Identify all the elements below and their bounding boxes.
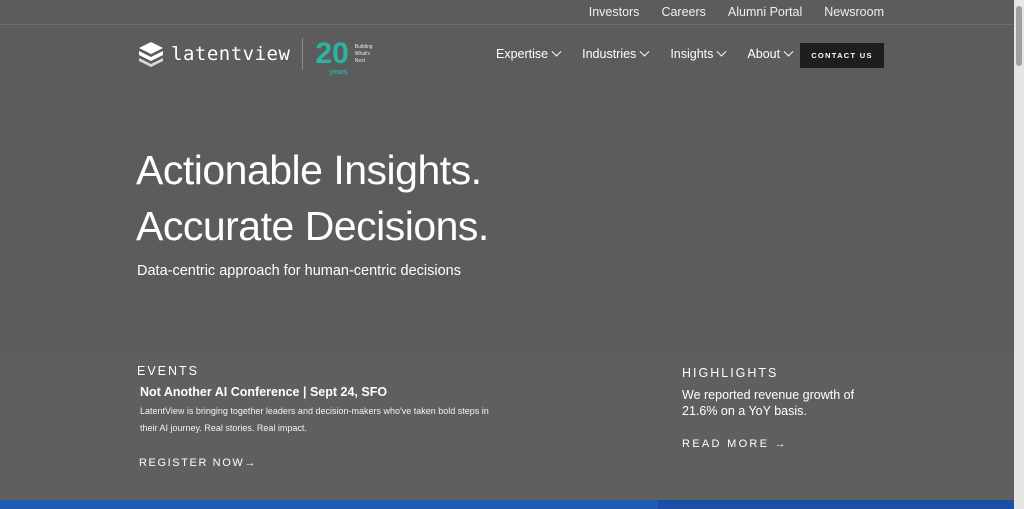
nav-insights[interactable]: Insights bbox=[670, 46, 727, 61]
nav-about[interactable]: About bbox=[747, 46, 794, 61]
register-now-link[interactable]: REGISTER NOW→ bbox=[139, 457, 257, 469]
anniversary-tagline: Building What's Next bbox=[355, 44, 373, 65]
nav-about-label: About bbox=[747, 47, 781, 61]
anniversary-years: years bbox=[329, 69, 348, 76]
logo-wordmark: latentview bbox=[171, 43, 291, 65]
hero-subtitle: Data-centric approach for human-centric … bbox=[137, 263, 461, 279]
main-nav: Expertise Industries Insights About bbox=[496, 46, 794, 61]
nav-industries-label: Industries bbox=[582, 47, 637, 61]
tagline-line-1: Building bbox=[354, 43, 373, 50]
chevron-down-icon bbox=[783, 46, 794, 57]
highlights-label: HIGHLIGHTS bbox=[682, 366, 779, 380]
site-logo[interactable]: latentview 20 years Building What's Next bbox=[137, 37, 373, 77]
hero-title-line-2: Accurate Decisions. bbox=[136, 203, 489, 249]
scrollbar[interactable] bbox=[1014, 0, 1024, 509]
hero-title: Actionable Insights. Accurate Decisions. bbox=[136, 142, 489, 254]
anniversary-number: 20 years bbox=[315, 37, 349, 77]
page: Investors Careers Alumni Portal Newsroom… bbox=[0, 0, 1014, 509]
chevron-down-icon bbox=[716, 46, 727, 57]
utility-links: Investors Careers Alumni Portal Newsroom bbox=[589, 5, 884, 19]
tagline-line-3: Next bbox=[354, 57, 366, 64]
link-newsroom[interactable]: Newsroom bbox=[824, 5, 884, 19]
bottom-banner-strip bbox=[0, 500, 1014, 509]
anniversary-badge: 20 years Building What's Next bbox=[315, 37, 373, 77]
nav-industries[interactable]: Industries bbox=[582, 46, 650, 61]
read-more-link[interactable]: READ MORE → bbox=[682, 438, 788, 450]
nav-expertise[interactable]: Expertise bbox=[496, 46, 562, 61]
tagline-line-2: What's bbox=[354, 50, 370, 57]
contact-us-button[interactable]: CONTACT US bbox=[800, 43, 884, 68]
link-alumni-portal[interactable]: Alumni Portal bbox=[728, 5, 802, 19]
scrollbar-thumb[interactable] bbox=[1016, 6, 1022, 66]
utility-bar: Investors Careers Alumni Portal Newsroom bbox=[0, 0, 1014, 25]
event-description: LatentView is bringing together leaders … bbox=[140, 406, 489, 433]
link-investors[interactable]: Investors bbox=[589, 5, 640, 19]
latentview-logo-icon bbox=[139, 42, 163, 67]
link-careers[interactable]: Careers bbox=[661, 5, 705, 19]
events-label: EVENTS bbox=[137, 364, 200, 378]
chevron-down-icon bbox=[551, 46, 562, 57]
bottom-banner-strip-right bbox=[658, 500, 1014, 509]
highlights-text: We reported revenue growth of 21.6% on a… bbox=[682, 388, 855, 418]
logo-divider bbox=[302, 38, 304, 70]
nav-insights-label: Insights bbox=[670, 47, 714, 61]
chevron-down-icon bbox=[639, 46, 650, 57]
anniversary-number-text: 20 bbox=[315, 37, 349, 70]
event-title[interactable]: Not Another AI Conference | Sept 24, SFO bbox=[140, 385, 387, 399]
hero-title-line-1: Actionable Insights. bbox=[136, 147, 482, 193]
nav-expertise-label: Expertise bbox=[496, 47, 549, 61]
